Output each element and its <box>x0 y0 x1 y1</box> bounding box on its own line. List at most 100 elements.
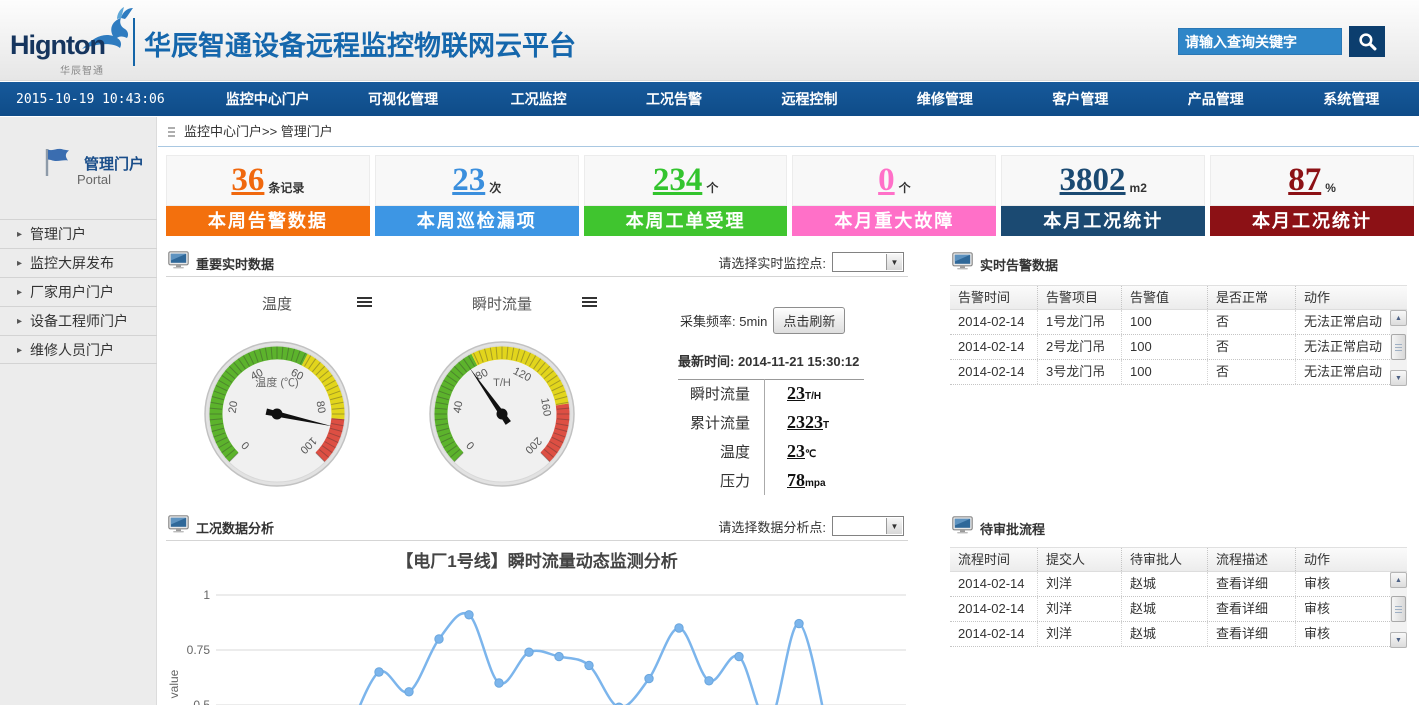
nav-item[interactable]: 可视化管理 <box>335 89 470 109</box>
approval-section-header: 待审批流程 <box>950 515 1407 541</box>
svg-text:0.75: 0.75 <box>187 643 211 657</box>
nav-item[interactable]: 工况告警 <box>606 89 741 109</box>
nav-item[interactable]: 远程控制 <box>742 89 877 109</box>
table-cell: 审核 <box>1296 572 1390 596</box>
temperature-gauge: 020406080100温度 (℃) <box>202 339 352 489</box>
table-cell: 无法正常启动 <box>1296 310 1390 334</box>
chart-menu-icon[interactable] <box>582 297 597 309</box>
scrollbar[interactable]: ▲▼ <box>1390 572 1407 648</box>
stat-unit: m2 <box>1130 181 1147 195</box>
reading-number: 78 <box>787 470 805 491</box>
chart-menu-icon[interactable] <box>357 297 372 309</box>
logo-divider <box>133 18 135 66</box>
stat-card: 87%本月工况统计 <box>1210 155 1414 236</box>
portal-subtitle: Portal <box>77 172 111 187</box>
search-input[interactable] <box>1178 28 1342 55</box>
sidebar-item-label: 维修人员门户 <box>30 342 114 358</box>
table-row: 2014-02-14刘洋赵城查看详细审核 <box>950 622 1390 647</box>
table-cell: 赵城 <box>1122 597 1208 621</box>
stat-unit: 条记录 <box>268 179 304 196</box>
table-cell: 2014-02-14 <box>950 597 1038 621</box>
stat-value-link[interactable]: 234 <box>653 164 703 197</box>
svg-text:80: 80 <box>314 400 328 414</box>
stat-card-top: 0个 <box>792 155 996 206</box>
table-cell: 赵城 <box>1122 622 1208 646</box>
nav-item[interactable]: 系统管理 <box>1284 89 1419 109</box>
table-cell: 否 <box>1208 335 1296 359</box>
stat-card-label: 本月工况统计 <box>1001 206 1205 236</box>
analysis-point-select[interactable]: ▼ <box>832 516 904 536</box>
table-row: 2014-02-141号龙门吊100否无法正常启动 <box>950 310 1390 335</box>
sidebar-item-label: 厂家用户门户 <box>30 284 114 300</box>
table-cell: 1号龙门吊 <box>1038 310 1122 334</box>
scroll-up-icon[interactable]: ▲ <box>1390 310 1407 326</box>
table-header: 告警时间告警项目告警值是否正常动作 <box>950 285 1407 310</box>
analysis-section-title: 工况数据分析 <box>196 518 274 537</box>
sidebar-item[interactable]: ▸管理门户 <box>0 219 157 248</box>
approval-section-title: 待审批流程 <box>980 519 1045 538</box>
sidebar-item[interactable]: ▸厂家用户门户 <box>0 277 157 306</box>
sidebar-item[interactable]: ▸监控大屏发布 <box>0 248 157 277</box>
scrollbar-thumb[interactable] <box>1391 596 1406 622</box>
reading-unit: mpa <box>805 478 826 489</box>
stat-value-link[interactable]: 3802 <box>1060 164 1126 197</box>
nav-item[interactable]: 客户管理 <box>1013 89 1148 109</box>
svg-text:20: 20 <box>227 400 241 414</box>
monitor-icon <box>952 516 973 539</box>
brand-subtitle: 华辰智通 <box>60 62 104 77</box>
chevron-down-icon[interactable]: ▼ <box>886 518 902 534</box>
column-header: 动作 <box>1296 286 1407 309</box>
search-button[interactable] <box>1349 26 1385 57</box>
logo: Hignton 华辰智通 <box>8 8 136 74</box>
latest-time: 最新时间: 2014-11-21 15:30:12 <box>678 351 864 380</box>
stat-card-label: 本周工单受理 <box>584 206 788 236</box>
chevron-down-icon[interactable]: ▼ <box>886 254 902 270</box>
svg-text:value: value <box>167 669 181 698</box>
reading-unit: T <box>823 420 829 431</box>
stat-unit: 个 <box>899 179 911 196</box>
table-cell: 无法正常启动 <box>1296 335 1390 359</box>
flow-gauge: 04080120160200T/H <box>427 339 577 489</box>
nav-item[interactable]: 监控中心门户 <box>200 89 335 109</box>
alarm-table: 告警时间告警项目告警值是否正常动作2014-02-141号龙门吊100否无法正常… <box>950 285 1407 385</box>
stat-value-link[interactable]: 0 <box>878 164 895 197</box>
stat-unit: % <box>1325 181 1336 195</box>
scrollbar-thumb[interactable] <box>1391 334 1406 360</box>
table-cell: 审核 <box>1296 597 1390 621</box>
nav-item[interactable]: 维修管理 <box>877 89 1012 109</box>
table-cell: 2014-02-14 <box>950 310 1038 334</box>
alarm-section-header: 实时告警数据 <box>950 251 1407 277</box>
nav-timestamp: 2015-10-19 10:43:06 <box>0 92 200 107</box>
alarm-section-title: 实时告警数据 <box>980 255 1058 274</box>
column-header: 流程描述 <box>1208 548 1296 571</box>
portal-title: 管理门户 <box>84 153 144 174</box>
stat-value-link[interactable]: 23 <box>452 164 485 197</box>
chevron-right-icon: ▸ <box>17 336 22 365</box>
gauge-title-temperature: 温度 <box>217 293 337 314</box>
sidebar-item[interactable]: ▸设备工程师门户 <box>0 306 157 335</box>
reading-label: 压力 <box>672 470 764 491</box>
scroll-up-icon[interactable]: ▲ <box>1390 572 1407 588</box>
stat-value-link[interactable]: 36 <box>231 164 264 197</box>
table-cell: 100 <box>1122 310 1208 334</box>
nav-item[interactable]: 工况监控 <box>471 89 606 109</box>
table-cell: 刘洋 <box>1038 622 1122 646</box>
sidebar-item[interactable]: ▸ 维修人员门户 <box>0 335 157 364</box>
table-cell: 刘洋 <box>1038 572 1122 596</box>
table-row: 2014-02-143号龙门吊100否无法正常启动 <box>950 360 1390 385</box>
monitor-point-select[interactable]: ▼ <box>832 252 904 272</box>
line-chart: 10.750.50.250value <box>166 569 908 705</box>
refresh-button[interactable]: 点击刷新 <box>773 307 845 334</box>
table-header: 流程时间提交人待审批人流程描述动作 <box>950 547 1407 572</box>
scroll-down-icon[interactable]: ▼ <box>1390 370 1407 386</box>
nav-item[interactable]: 产品管理 <box>1148 89 1283 109</box>
table-cell: 100 <box>1122 360 1208 384</box>
stat-value-link[interactable]: 87 <box>1288 164 1321 197</box>
scroll-down-icon[interactable]: ▼ <box>1390 632 1407 648</box>
column-header: 是否正常 <box>1208 286 1296 309</box>
svg-text:温度 (℃): 温度 (℃) <box>255 375 298 389</box>
main-nav: 2015-10-19 10:43:06 监控中心门户可视化管理工况监控工况告警远… <box>0 82 1419 116</box>
monitor-point-label: 请选择实时监控点: <box>718 253 826 272</box>
sidebar-item-label: 设备工程师门户 <box>30 313 128 329</box>
scrollbar[interactable]: ▲▼ <box>1390 310 1407 386</box>
